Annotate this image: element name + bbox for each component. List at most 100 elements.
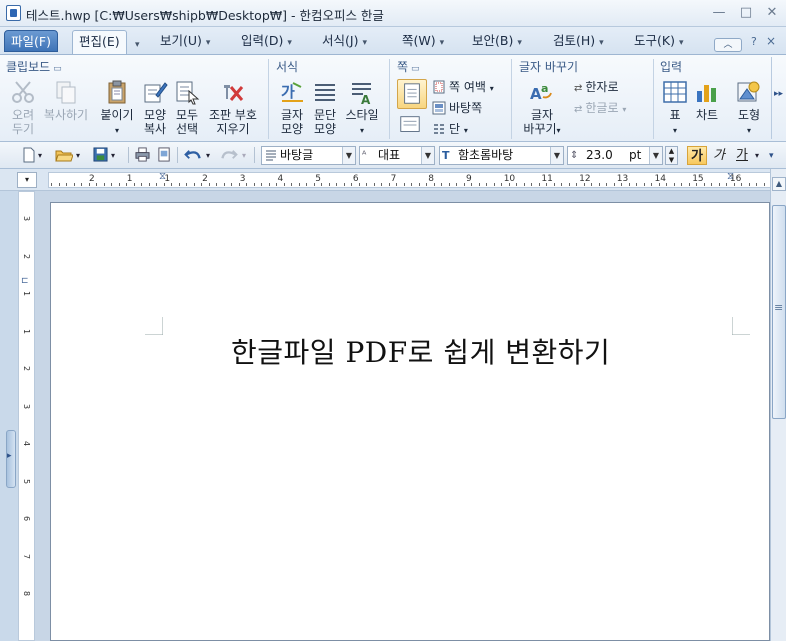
chevron-down-icon: ▾ (362, 38, 367, 48)
char-shape-button[interactable]: 가 글자 모양 (276, 79, 308, 136)
vertical-scrollbar[interactable]: ▲ (770, 169, 786, 641)
ruler-tick (381, 183, 382, 186)
copy-button[interactable]: 복사하기 (40, 79, 92, 122)
tab-file[interactable]: 파일(F) (4, 30, 58, 52)
vertical-ruler-number: 8 (22, 591, 31, 597)
toolbar-separator (254, 147, 255, 163)
tab-format[interactable]: 서식(J) ▾ (316, 30, 373, 52)
language-combo-value: 대표 (378, 148, 401, 162)
new-document-button[interactable] (22, 147, 36, 165)
spin-down-icon[interactable]: ▼ (669, 156, 674, 164)
close-button[interactable]: ✕ (763, 5, 781, 21)
undo-dropdown[interactable]: ▾ (206, 147, 210, 165)
chevron-down-icon: ▾ (287, 38, 292, 48)
chevron-down-icon[interactable]: ▼ (421, 147, 434, 164)
font-size-combo[interactable]: ⇕ 23.0 pt ▼ (567, 146, 663, 165)
maximize-button[interactable]: □ (737, 5, 755, 21)
bold-button[interactable]: 가 (687, 146, 707, 165)
italic-button[interactable]: 가 (709, 146, 729, 165)
top-margin-marker-icon[interactable]: ⊏ (21, 276, 29, 286)
tab-edit[interactable]: 편집(E) (72, 30, 127, 55)
ruler-number: 2 (202, 174, 208, 184)
svg-text:A: A (361, 93, 371, 105)
tab-edit-dropdown[interactable]: ▾ (126, 32, 144, 52)
ruler-corner-button[interactable]: ▾ (17, 172, 37, 188)
save-dropdown[interactable]: ▾ (111, 147, 115, 165)
columns-button[interactable]: 단 ▾ (432, 120, 468, 138)
char-convert-label-2: 바꾸기 (523, 122, 557, 136)
char-convert-button[interactable]: Aa 글자 바꾸기▾ (519, 79, 565, 138)
page-settings-button[interactable] (397, 79, 427, 109)
help-button[interactable]: ? (751, 35, 757, 48)
erase-markup-label-2: 지우기 (216, 122, 250, 136)
document-page[interactable]: 한글파일 PDF로 쉽게 변환하기 (50, 202, 770, 641)
tab-review[interactable]: 검토(H) ▾ (547, 30, 610, 52)
undo-button[interactable] (184, 147, 202, 165)
ruler-tick (411, 183, 412, 186)
chevron-down-icon: ▾ (463, 126, 468, 135)
toolbar-more-button[interactable]: ▾ (769, 147, 774, 165)
page-margin-button[interactable]: 쪽 여백 ▾ (432, 78, 494, 96)
chevron-down-icon: ▾ (439, 38, 445, 48)
language-icon: ᴬ (362, 150, 367, 161)
para-shape-button[interactable]: 문단 모양 (309, 79, 341, 136)
chevron-down-icon[interactable]: ▼ (342, 147, 355, 164)
horizontal-ruler[interactable]: ⧖ ⧖ 2 1 1 2 3 4 5 6 7 8 9 10 11 12 13 14 15 16 (48, 171, 772, 188)
open-dropdown[interactable]: ▾ (76, 147, 80, 165)
ruler-tick (426, 183, 427, 186)
scroll-up-button[interactable]: ▲ (772, 177, 786, 191)
new-document-dropdown[interactable]: ▾ (38, 147, 42, 165)
document-text[interactable]: 한글파일 PDF로 쉽게 변환하기 (231, 331, 610, 371)
font-combo[interactable]: T 함초롬바탕 ▼ (439, 146, 564, 165)
master-page-button[interactable]: 바탕쪽 (432, 99, 482, 117)
paste-button[interactable]: 붙이기 ▾ (96, 79, 138, 138)
page-layout-button[interactable] (397, 113, 427, 139)
redo-dropdown[interactable]: ▾ (242, 147, 246, 165)
chevron-down-icon[interactable]: ▼ (649, 147, 662, 164)
sidebar-toggle-handle[interactable]: ▸ (6, 430, 16, 488)
table-button[interactable]: 표 ▾ (660, 79, 690, 138)
ruler-tick (261, 183, 262, 186)
tab-input[interactable]: 입력(D) ▾ (235, 30, 298, 52)
chart-button[interactable]: 차트 (692, 79, 722, 122)
vertical-ruler-number: 2 (22, 253, 31, 259)
chevron-down-icon[interactable]: ▼ (550, 147, 563, 164)
spin-up-icon[interactable]: ▲ (669, 147, 674, 155)
underline-button[interactable]: 가 (732, 146, 752, 165)
style-combo[interactable]: 바탕글 ▼ (261, 146, 356, 165)
chevron-down-icon: ▾ (135, 40, 140, 50)
language-combo[interactable]: ᴬ 대표 ▼ (359, 146, 435, 165)
cut-button[interactable]: 오려 두기 (6, 79, 40, 136)
erase-markup-button[interactable]: 조판 부호 지우기 (204, 79, 262, 136)
underline-dropdown[interactable]: ▾ (755, 147, 759, 165)
to-hanja-button[interactable]: ⇄ 한자로 (574, 78, 619, 96)
style-button[interactable]: A 스타일 ▾ (343, 79, 381, 138)
select-all-button[interactable]: 모두 선택 (172, 79, 202, 136)
print-preview-button[interactable] (157, 147, 172, 165)
hwp-app-icon[interactable] (6, 5, 21, 21)
paste-label: 붙이기 (100, 108, 134, 122)
tab-tools[interactable]: 도구(K) ▾ (628, 30, 689, 52)
close-document-button[interactable]: × (766, 34, 776, 48)
ruler-tick (441, 183, 442, 186)
vertical-ruler[interactable]: ⊏ 3 2 1 1 2 3 4 5 6 7 8 (18, 191, 35, 641)
expand-icon[interactable]: ▭ (53, 64, 62, 74)
erase-markup-icon (224, 85, 244, 101)
redo-button[interactable] (220, 147, 238, 165)
save-button[interactable] (93, 147, 108, 165)
ribbon-more-button[interactable]: ▸▸ (771, 57, 785, 139)
tab-view[interactable]: 보기(U) ▾ (154, 30, 216, 52)
shape-button[interactable]: 도형 ▾ (734, 79, 764, 138)
tab-page[interactable]: 쪽(W) ▾ (396, 30, 450, 52)
to-hangul-button[interactable]: ⇄ 한글로 ▾ (574, 99, 626, 117)
tab-security[interactable]: 보안(B) ▾ (466, 30, 528, 52)
open-button[interactable] (55, 147, 74, 165)
print-button[interactable] (135, 147, 150, 165)
ruler-tick (141, 183, 142, 186)
format-copy-button[interactable]: 모양 복사 (140, 79, 170, 136)
expand-icon[interactable]: ▭ (411, 64, 420, 74)
minimize-button[interactable]: — (710, 5, 728, 21)
font-size-spinner[interactable]: ▲ ▼ (665, 146, 678, 165)
collapse-ribbon-button[interactable]: ︿ (714, 38, 742, 52)
scroll-thumb[interactable] (772, 205, 786, 419)
